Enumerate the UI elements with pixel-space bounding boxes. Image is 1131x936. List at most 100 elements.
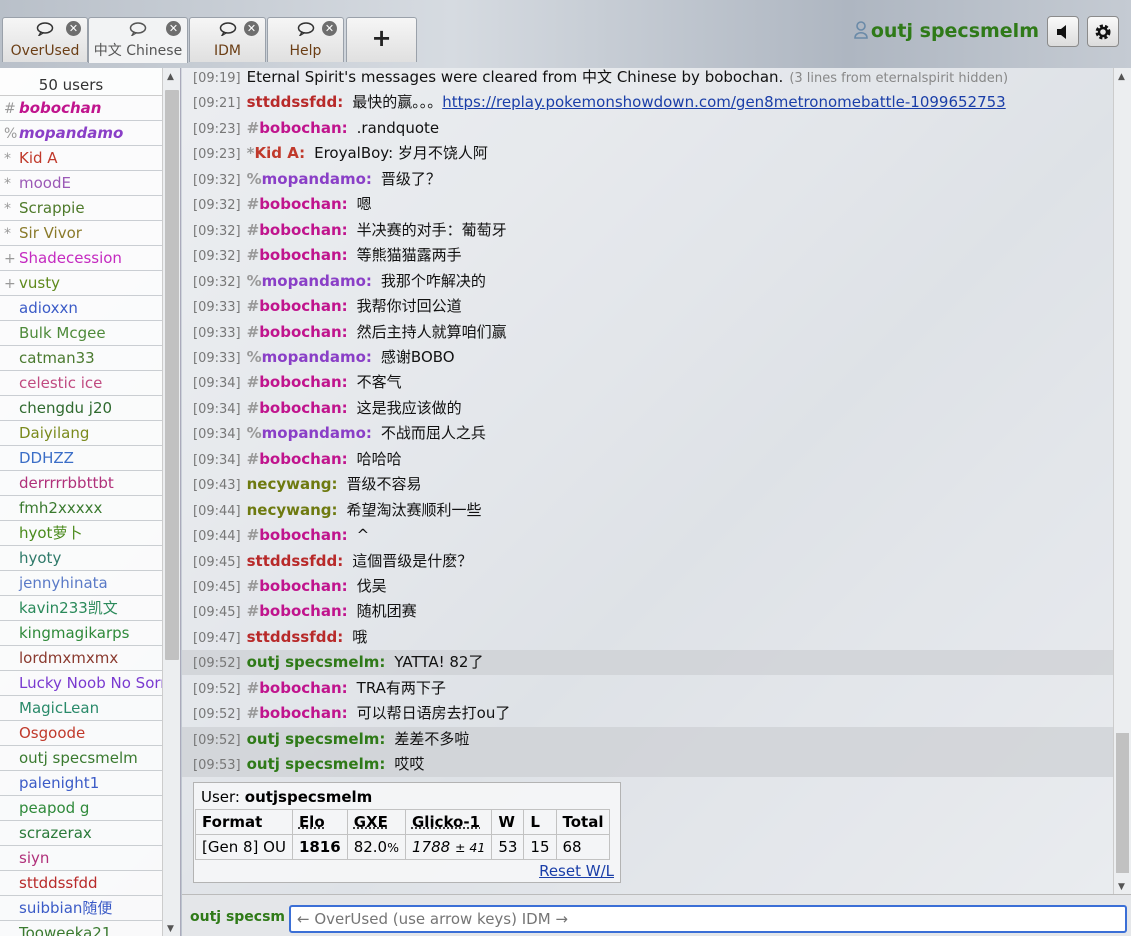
- scroll-down-icon[interactable]: ▼: [1118, 882, 1125, 892]
- close-icon[interactable]: ✕: [322, 21, 337, 36]
- message-author[interactable]: #bobochan:: [247, 526, 348, 544]
- message-author[interactable]: #bobochan:: [247, 577, 348, 595]
- scroll-up-icon[interactable]: ▲: [1118, 72, 1125, 82]
- message-author[interactable]: sttddssfdd:: [247, 552, 344, 570]
- userlist-item[interactable]: # bobochan: [0, 96, 162, 121]
- author-name: bobochan:: [259, 323, 348, 341]
- message-author[interactable]: sttddssfdd:: [247, 93, 344, 111]
- message-author[interactable]: outj specsmelm:: [247, 755, 386, 773]
- author-name: outj specsmelm:: [246, 653, 386, 671]
- chat-message: [09:32] %mopandamo: 我那个咋解决的: [182, 269, 1113, 294]
- userlist-item[interactable]: * Sir Vivor: [0, 221, 162, 246]
- message-author[interactable]: #bobochan:: [247, 119, 348, 137]
- message-author[interactable]: #bobochan:: [247, 679, 348, 697]
- message-author[interactable]: #bobochan:: [247, 195, 348, 213]
- message-author[interactable]: %mopandamo:: [247, 348, 372, 366]
- userlist-item[interactable]: DDHZZ: [0, 446, 162, 471]
- message-author[interactable]: %mopandamo:: [247, 272, 372, 290]
- replay-link[interactable]: https://replay.pokemonshowdown.com/gen8m…: [442, 93, 1005, 111]
- settings-button[interactable]: [1087, 16, 1119, 47]
- userlist-item[interactable]: siyn: [0, 846, 162, 871]
- userlist-item[interactable]: Lucky Noob No Sorry: [0, 671, 162, 696]
- message-author[interactable]: necywang:: [247, 501, 338, 519]
- author-rank-symbol: #: [246, 323, 260, 341]
- message-author[interactable]: #bobochan:: [247, 323, 348, 341]
- userlist-item[interactable]: hyot萝卜: [0, 521, 162, 546]
- message-author[interactable]: %mopandamo:: [247, 170, 372, 188]
- message-author[interactable]: #bobochan:: [247, 704, 348, 722]
- userlist-item[interactable]: * Kid A: [0, 146, 162, 171]
- chat-scroll-thumb[interactable]: [1116, 733, 1129, 873]
- userlist-item[interactable]: palenight1: [0, 771, 162, 796]
- message-author[interactable]: necywang:: [247, 475, 338, 493]
- message-author[interactable]: %mopandamo:: [247, 424, 372, 442]
- userlist: 50 users # bobochan% mopandamo * Kid A * moodE…: [0, 68, 181, 936]
- userlist-scroll-thumb[interactable]: [165, 90, 179, 660]
- message-author[interactable]: #bobochan:: [247, 246, 348, 264]
- userlist-item[interactable]: Tooweeka21: [0, 921, 162, 936]
- message-timestamp: [09:52]: [193, 682, 241, 697]
- sound-button[interactable]: [1047, 16, 1079, 47]
- close-icon[interactable]: ✕: [244, 21, 259, 36]
- userlist-name: kingmagikarps: [19, 624, 130, 642]
- message-author[interactable]: #bobochan:: [247, 450, 348, 468]
- userlist-item[interactable]: scrazerax: [0, 821, 162, 846]
- message-author[interactable]: #bobochan:: [247, 399, 348, 417]
- room-tab[interactable]: 中文 Chinese ✕: [88, 17, 188, 63]
- chat-message: [09:23] *Kid A: EroyalBoy: 岁月不饶人阿: [182, 141, 1113, 166]
- userlist-item[interactable]: suibbian随便: [0, 896, 162, 921]
- scroll-down-icon[interactable]: ▼: [167, 924, 174, 934]
- userlist-item[interactable]: * moodE: [0, 171, 162, 196]
- chat-scrollbar[interactable]: ▲ ▼: [1113, 68, 1131, 894]
- message-author[interactable]: #bobochan:: [247, 602, 348, 620]
- reset-wl-link[interactable]: Reset W/L: [539, 862, 614, 880]
- userlist-item[interactable]: fmh2xxxxx: [0, 496, 162, 521]
- message-author[interactable]: #bobochan:: [247, 221, 348, 239]
- new-room-tab-button[interactable]: +: [346, 17, 417, 62]
- author-name: bobochan:: [259, 373, 348, 391]
- message-author[interactable]: #bobochan:: [247, 373, 348, 391]
- message-author[interactable]: outj specsmelm:: [247, 653, 386, 671]
- userlist-item[interactable]: * Scrappie: [0, 196, 162, 221]
- message-timestamp: [09:33]: [193, 300, 241, 315]
- message-timestamp: [09:45]: [193, 580, 241, 595]
- close-icon[interactable]: ✕: [66, 21, 81, 36]
- message-author[interactable]: outj specsmelm:: [247, 730, 386, 748]
- close-icon[interactable]: ✕: [166, 21, 181, 36]
- message-author[interactable]: sttddssfdd:: [247, 628, 344, 646]
- userlist-item[interactable]: % mopandamo: [0, 121, 162, 146]
- userlist-item[interactable]: Osgoode: [0, 721, 162, 746]
- userlist-item[interactable]: jennyhinata: [0, 571, 162, 596]
- userlist-scrollbar[interactable]: ▲ ▼: [162, 68, 180, 936]
- userlist-item[interactable]: peapod g: [0, 796, 162, 821]
- composer-username[interactable]: outj specsm: [190, 909, 285, 925]
- room-tab[interactable]: Help ✕: [267, 17, 344, 62]
- userlist-item[interactable]: + Shadecession: [0, 246, 162, 271]
- message-text: 不客气: [356, 373, 402, 391]
- current-username[interactable]: outj specsmelm: [854, 20, 1039, 42]
- userlist-item[interactable]: kavin233凯文: [0, 596, 162, 621]
- scroll-up-icon[interactable]: ▲: [167, 72, 174, 82]
- userlist-item[interactable]: Bulk Mcgee: [0, 321, 162, 346]
- userlist-item[interactable]: lordmxmxmx: [0, 646, 162, 671]
- author-name: bobochan:: [259, 602, 348, 620]
- userlist-item[interactable]: derrrrrbbttbt: [0, 471, 162, 496]
- userlist-item[interactable]: hyoty: [0, 546, 162, 571]
- userlist-name: adioxxn: [19, 299, 78, 317]
- userlist-item[interactable]: celestic ice: [0, 371, 162, 396]
- userlist-item[interactable]: sttddssfdd: [0, 871, 162, 896]
- userlist-item[interactable]: MagicLean: [0, 696, 162, 721]
- hidden-lines-note[interactable]: (3 lines from eternalspirit hidden): [789, 71, 1008, 86]
- message-author[interactable]: *Kid A:: [247, 144, 305, 162]
- userlist-item[interactable]: outj specsmelm: [0, 746, 162, 771]
- userlist-item[interactable]: kingmagikarps: [0, 621, 162, 646]
- userlist-item[interactable]: chengdu j20: [0, 396, 162, 421]
- room-tab[interactable]: IDM ✕: [189, 17, 266, 62]
- userlist-item[interactable]: Daiyilang: [0, 421, 162, 446]
- message-author[interactable]: #bobochan:: [247, 297, 348, 315]
- room-tab[interactable]: OverUsed ✕: [2, 17, 88, 62]
- userlist-item[interactable]: + vusty: [0, 271, 162, 296]
- userlist-item[interactable]: adioxxn: [0, 296, 162, 321]
- chat-input[interactable]: [289, 905, 1127, 933]
- userlist-item[interactable]: catman33: [0, 346, 162, 371]
